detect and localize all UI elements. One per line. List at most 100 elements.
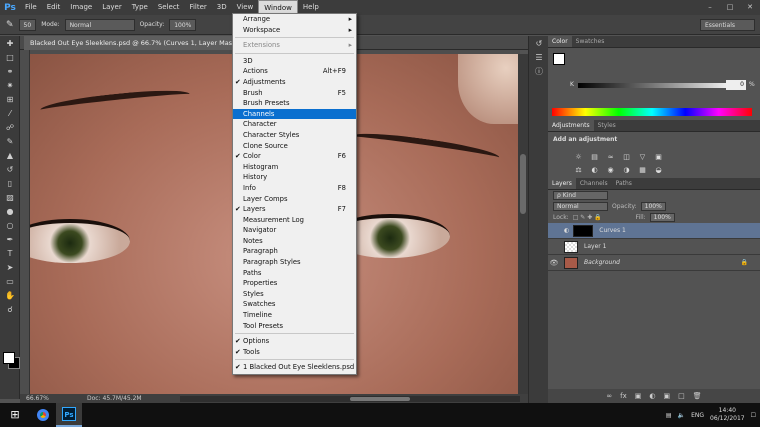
layer-row-layer1[interactable]: Layer 1	[548, 239, 760, 255]
foreground-color-swatch[interactable]	[3, 352, 15, 364]
tab-paths[interactable]: Paths	[612, 178, 636, 189]
horizontal-scroll-thumb[interactable]	[350, 397, 410, 401]
menu-item-brush-presets[interactable]: Brush Presets	[233, 98, 356, 109]
color-spectrum[interactable]	[552, 108, 752, 116]
tab-layers[interactable]: Layers	[548, 178, 576, 189]
menu-item-actions[interactable]: Actions Alt+F9	[233, 66, 356, 77]
eye-icon[interactable]: 👁	[548, 255, 560, 271]
menu-item-color[interactable]: ✔ Color F6	[233, 151, 356, 162]
menu-item-brush[interactable]: Brush F5	[233, 88, 356, 99]
menu-select[interactable]: Select	[153, 0, 185, 15]
menu-item-notes[interactable]: Notes	[233, 236, 356, 247]
layer-name[interactable]: Layer 1	[584, 243, 606, 250]
layer-thumbnail[interactable]	[564, 240, 578, 253]
hue-icon[interactable]: ▣	[653, 152, 664, 162]
type-tool-icon[interactable]: T	[3, 248, 17, 260]
menu-item-tools[interactable]: ✔ Tools	[233, 347, 356, 358]
k-slider[interactable]	[578, 83, 738, 88]
menu-item-3d[interactable]: 3D	[233, 56, 356, 67]
taskbar-photoshop[interactable]: Ps	[56, 403, 82, 427]
menu-item-workspace[interactable]: Workspace ▸	[233, 25, 356, 36]
brush-tool-icon[interactable]: ✎	[3, 136, 17, 148]
vertical-scrollbar[interactable]	[518, 54, 528, 394]
kind-filter-select[interactable]: ρ Kind	[553, 191, 608, 200]
opacity-field[interactable]: 100%	[169, 18, 197, 31]
menu-item-tool-presets[interactable]: Tool Presets	[233, 321, 356, 332]
foreground-color-swatch[interactable]	[553, 53, 565, 65]
taskbar-chrome[interactable]	[30, 403, 56, 427]
dodge-tool-icon[interactable]: ○	[3, 220, 17, 232]
visibility-toggle[interactable]	[548, 223, 560, 239]
new-layer-icon[interactable]: □	[678, 389, 685, 403]
shape-tool-icon[interactable]: ▭	[3, 276, 17, 288]
tab-color[interactable]: Color	[548, 36, 572, 47]
menu-item-paragraph-styles[interactable]: Paragraph Styles	[233, 257, 356, 268]
menu-item-layers[interactable]: ✔ Layers F7	[233, 204, 356, 215]
menu-item-character[interactable]: Character	[233, 119, 356, 130]
menu-layer[interactable]: Layer	[97, 0, 127, 15]
layer-row-background[interactable]: 👁 Background 🔒	[548, 255, 760, 271]
menu-file[interactable]: File	[20, 0, 42, 15]
menu-item-timeline[interactable]: Timeline	[233, 310, 356, 321]
tab-swatches[interactable]: Swatches	[572, 36, 609, 47]
crop-tool-icon[interactable]: ⊞	[3, 94, 17, 106]
fill-field[interactable]: 100%	[649, 213, 675, 222]
menu-item-navigator[interactable]: Navigator	[233, 225, 356, 236]
menu-type[interactable]: Type	[127, 0, 153, 15]
link-icon[interactable]: ∞	[606, 389, 612, 403]
windows-start-icon[interactable]: ⊞	[0, 403, 30, 427]
path-select-tool-icon[interactable]: ➤	[3, 262, 17, 274]
stamp-tool-icon[interactable]: ▲	[3, 150, 17, 162]
quick-select-tool-icon[interactable]: ✷	[3, 80, 17, 92]
maximize-icon[interactable]: □	[720, 0, 740, 15]
menu-item-styles[interactable]: Styles	[233, 289, 356, 300]
hand-tool-icon[interactable]: ✋	[3, 290, 17, 302]
menu-filter[interactable]: Filter	[184, 0, 211, 15]
menu-item-arrange[interactable]: Arrange ▸	[233, 14, 356, 25]
k-value-field[interactable]: 0	[726, 80, 746, 90]
photo-filter-icon[interactable]: ◉	[605, 165, 616, 175]
menu-item-measurement-log[interactable]: Measurement Log	[233, 215, 356, 226]
marquee-tool-icon[interactable]: □	[3, 52, 17, 64]
language-indicator[interactable]: ENG	[691, 412, 704, 419]
info-panel-icon[interactable]: ⓘ	[532, 66, 546, 78]
horizontal-scrollbar[interactable]	[180, 396, 520, 402]
group-icon[interactable]: ▣	[664, 389, 671, 403]
color-balance-icon[interactable]: ⚖	[573, 165, 584, 175]
bw-icon[interactable]: ◐	[589, 165, 600, 175]
volume-icon[interactable]: 🔈	[678, 412, 685, 419]
properties-panel-icon[interactable]: ☰	[532, 52, 546, 64]
menu-item-paragraph[interactable]: Paragraph	[233, 246, 356, 257]
close-icon[interactable]: ✕	[740, 0, 760, 15]
brightness-icon[interactable]: ☼	[573, 152, 584, 162]
menu-item-layer-comps[interactable]: Layer Comps	[233, 194, 356, 205]
history-panel-icon[interactable]: ↺	[532, 38, 546, 50]
zoom-tool-icon[interactable]: ☌	[3, 304, 17, 316]
minimize-icon[interactable]: –	[700, 0, 720, 15]
layer-row-curves[interactable]: ◐ Curves 1	[548, 223, 760, 239]
layer-opacity-field[interactable]: 100%	[640, 202, 666, 211]
menu-item-channels[interactable]: Channels	[233, 108, 356, 120]
menu-item-extensions[interactable]: Extensions ▸	[233, 40, 356, 51]
tab-styles[interactable]: Styles	[594, 120, 620, 131]
zoom-level[interactable]: 66.67%	[26, 395, 49, 402]
menu-edit[interactable]: Edit	[42, 0, 66, 15]
visibility-toggle[interactable]	[548, 239, 560, 255]
exposure-icon[interactable]: ◫	[621, 152, 632, 162]
menu-item-properties[interactable]: Properties	[233, 278, 356, 289]
color-lookup-icon[interactable]: ▦	[637, 165, 648, 175]
clock[interactable]: 14:40 06/12/2017	[710, 407, 745, 423]
menu-item-options[interactable]: ✔ Options	[233, 336, 356, 347]
tab-adjustments[interactable]: Adjustments	[548, 120, 594, 131]
vertical-scroll-thumb[interactable]	[520, 154, 526, 214]
brush-tool-icon[interactable]: ✎	[6, 20, 14, 30]
healing-tool-icon[interactable]: ☍	[3, 122, 17, 134]
fx-icon[interactable]: fx	[620, 389, 627, 403]
menu-item-1-blacked-out-eye-sleeklens-psd[interactable]: ✔ 1 Blacked Out Eye Sleeklens.psd	[233, 362, 356, 373]
menu-item-paths[interactable]: Paths	[233, 268, 356, 279]
tab-channels[interactable]: Channels	[576, 178, 612, 189]
menu-item-adjustments[interactable]: ✔ Adjustments	[233, 77, 356, 88]
menu-item-swatches[interactable]: Swatches	[233, 299, 356, 310]
invert-icon[interactable]: ◒	[653, 165, 664, 175]
menu-item-histogram[interactable]: Histogram	[233, 162, 356, 173]
